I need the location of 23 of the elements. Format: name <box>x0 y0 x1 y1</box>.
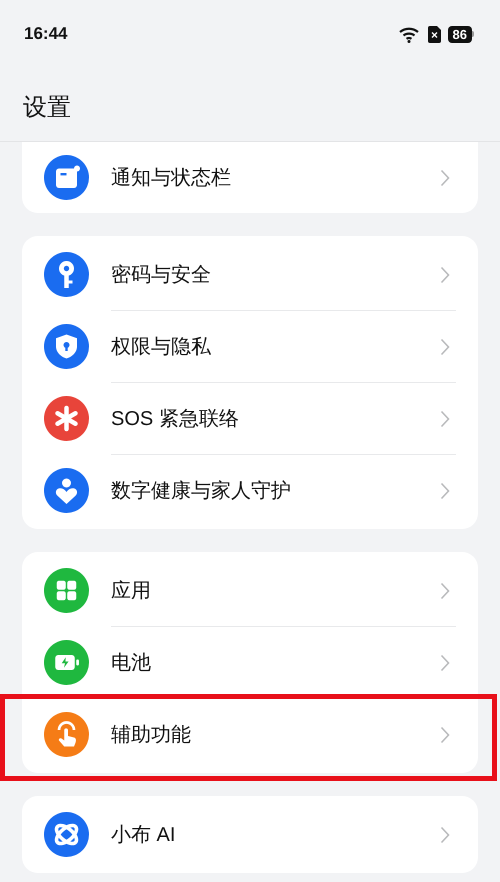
settings-item[interactable]: SOS 紧急联络 <box>44 383 456 454</box>
chevron-right-icon <box>440 266 450 284</box>
chevron-right-icon <box>440 826 450 844</box>
settings-item[interactable]: 辅助功能 <box>44 699 456 770</box>
status-time: 16:44 <box>24 23 68 46</box>
settings-item[interactable]: 数字健康与家人守护 <box>44 455 456 526</box>
settings-item[interactable]: 电池 <box>44 627 456 698</box>
page-title: 设置 <box>23 93 72 123</box>
chevron-right-icon <box>440 654 450 672</box>
chevron-right-icon <box>440 482 450 500</box>
chevron-right-icon <box>440 168 450 186</box>
chevron-right-icon <box>440 410 450 428</box>
chevron-right-icon <box>440 726 450 744</box>
sim-card-icon <box>428 26 441 42</box>
chevron-right-icon <box>440 338 450 356</box>
settings-item[interactable]: 应用 <box>44 555 456 626</box>
settings-item[interactable]: 权限与隐私 <box>44 311 456 382</box>
wifi-icon <box>398 26 421 42</box>
settings-item[interactable]: 小布 AI <box>44 799 456 870</box>
battery-level: 86 <box>448 26 472 42</box>
settings-item[interactable]: 密码与安全 <box>44 239 456 310</box>
chevron-right-icon <box>440 582 450 600</box>
settings-item[interactable]: 通知与状态栏 <box>44 142 456 213</box>
